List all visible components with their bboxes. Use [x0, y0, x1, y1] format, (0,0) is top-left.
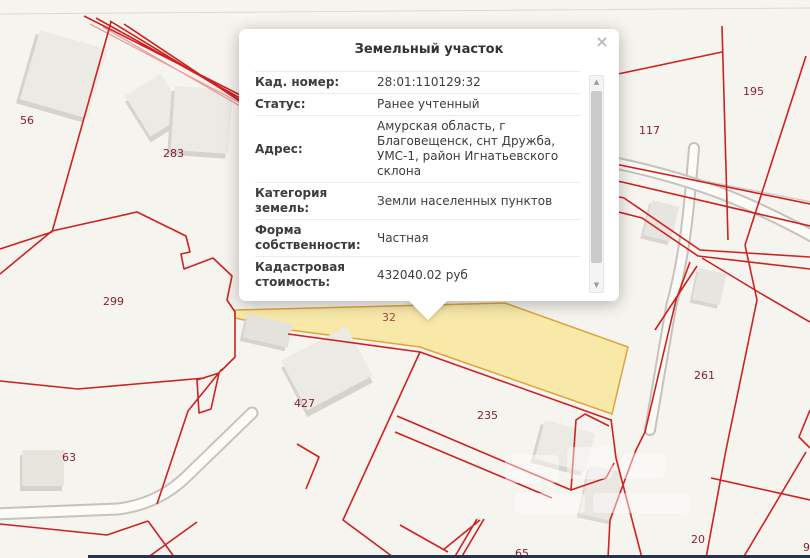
parcel-label: 32 [382, 311, 396, 324]
field-row: Кад. номер: 28:01:110129:32 [255, 71, 581, 93]
scroll-up-icon[interactable]: ▲ [590, 76, 603, 89]
field-row: Категория земель: Земли населенных пункт… [255, 182, 581, 219]
parcel-label: 261 [694, 369, 715, 382]
parcel-label: 299 [103, 295, 124, 308]
field-value: 432040.02 руб [377, 268, 581, 283]
parcel-label: 63 [62, 451, 76, 464]
parcel-label: 235 [477, 409, 498, 422]
field-value: Ранее учтенный [377, 97, 581, 112]
field-label: Адрес: [255, 142, 365, 157]
popup-scrollbar[interactable]: ▲ ▼ [589, 75, 604, 293]
parcel-label: 283 [163, 147, 184, 160]
scrollbar-thumb[interactable] [591, 91, 602, 263]
field-row: Кадастровая стоимость: 432040.02 руб [255, 256, 581, 293]
parcel-label: 427 [294, 397, 315, 410]
parcel-label: 56 [20, 114, 34, 127]
field-value: 28:01:110129:32 [377, 75, 581, 90]
parcel-label: 96 [803, 541, 810, 554]
field-label: Кад. номер: [255, 75, 365, 90]
field-label: Форма собственности: [255, 223, 365, 253]
field-value: Земли населенных пунктов [377, 194, 581, 209]
field-row: Статус: Ранее учтенный [255, 93, 581, 115]
parcel-label: 117 [639, 124, 660, 137]
parcel-label: 20 [691, 533, 705, 546]
popup-fields: Кад. номер: 28:01:110129:32 Статус: Ране… [255, 71, 581, 293]
scroll-down-icon[interactable]: ▼ [590, 279, 603, 292]
parcel-label: 195 [743, 85, 764, 98]
field-label: Категория земель: [255, 186, 365, 216]
field-value: Частная [377, 231, 581, 246]
field-row: Адрес: Амурская область, г Благовещенск,… [255, 115, 581, 182]
popup-title: Земельный участок [239, 29, 619, 67]
field-label: Статус: [255, 97, 365, 112]
parcel-info-popup: Земельный участок × Кад. номер: 28:01:11… [239, 29, 619, 301]
field-row: Форма собственности: Частная [255, 219, 581, 256]
close-icon[interactable]: × [594, 34, 610, 50]
field-label: Кадастровая стоимость: [255, 260, 365, 290]
field-value: Амурская область, г Благовещенск, снт Др… [377, 119, 581, 179]
popup-callout-pointer [407, 299, 449, 320]
